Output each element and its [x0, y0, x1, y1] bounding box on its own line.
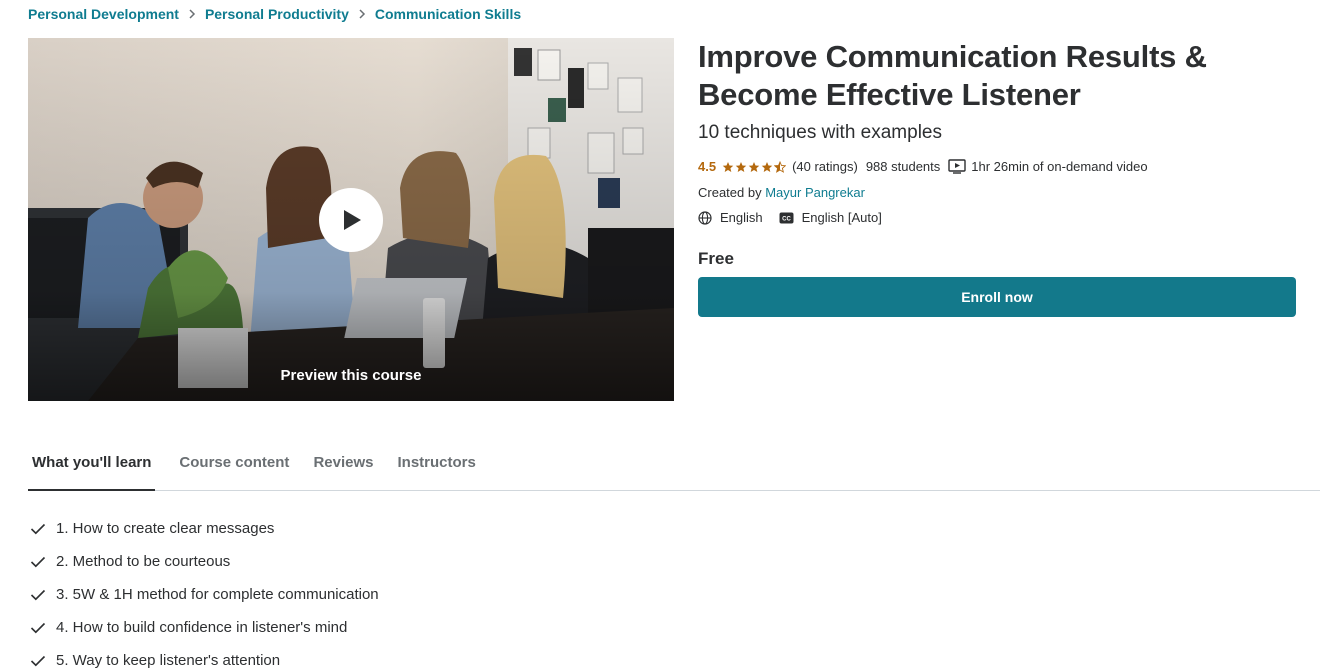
course-info: Improve Communication Results & Become E… [698, 38, 1298, 317]
created-by-label: Created by [698, 185, 762, 200]
check-icon [30, 556, 56, 568]
tab-bar: What you'll learn Course content Reviews… [28, 444, 1320, 491]
ratings-count[interactable]: (40 ratings) [792, 159, 858, 174]
list-item: 1. How to create clear messages [30, 512, 379, 545]
star-icon [748, 161, 760, 172]
course-preview[interactable]: Preview this course [28, 38, 674, 401]
objective-text: 2. Method to be courteous [56, 553, 231, 570]
course-stats: 4.5 (40 ratings) 988 students 1hr 26min … [698, 159, 1298, 174]
list-item: 2. Method to be courteous [30, 545, 379, 578]
tab-instructors[interactable]: Instructors [397, 444, 475, 491]
star-icon [722, 161, 734, 172]
check-icon [30, 589, 56, 601]
closed-captions-icon: CC [779, 212, 794, 224]
breadcrumb-link-communication-skills[interactable]: Communication Skills [375, 6, 521, 22]
check-icon [30, 523, 56, 535]
course-captions: English [Auto] [801, 210, 882, 225]
tab-reviews[interactable]: Reviews [313, 444, 373, 491]
star-icon [735, 161, 747, 172]
star-half-icon [774, 160, 787, 173]
breadcrumb-link-personal-productivity[interactable]: Personal Productivity [205, 6, 349, 22]
video-icon [948, 159, 966, 174]
check-icon [30, 655, 56, 667]
tab-course-content[interactable]: Course content [179, 444, 289, 491]
list-item: 4. How to build confidence in listener's… [30, 611, 379, 644]
enroll-button[interactable]: Enroll now [698, 277, 1296, 317]
objective-text: 3. 5W & 1H method for complete communica… [56, 586, 379, 603]
objective-text: 5. Way to keep listener's attention [56, 652, 281, 669]
globe-icon [698, 210, 712, 225]
objective-text: 1. How to create clear messages [56, 520, 275, 537]
course-language: English [720, 210, 763, 225]
course-price: Free [698, 249, 734, 268]
list-item: 5. Way to keep listener's attention [30, 644, 379, 671]
play-icon [344, 210, 361, 230]
language-row: English CC English [Auto] [698, 210, 1298, 225]
breadcrumb: Personal Development Personal Productivi… [28, 6, 521, 22]
objective-text: 4. How to build confidence in listener's… [56, 619, 348, 636]
rating-value: 4.5 [698, 159, 717, 174]
svg-text:CC: CC [782, 216, 791, 222]
instructor-link[interactable]: Mayur Pangrekar [765, 185, 865, 200]
preview-label[interactable]: Preview this course [28, 367, 674, 384]
rating-stars [722, 160, 787, 173]
course-subtitle: 10 techniques with examples [698, 122, 942, 143]
chevron-right-icon [358, 9, 366, 19]
course-title: Improve Communication Results & Become E… [698, 39, 1207, 112]
video-duration: 1hr 26min of on-demand video [971, 159, 1148, 174]
check-icon [30, 622, 56, 634]
created-by: Created by Mayur Pangrekar [698, 185, 1298, 200]
tab-what-youll-learn[interactable]: What you'll learn [28, 444, 156, 491]
play-button[interactable] [319, 188, 383, 252]
star-icon [761, 161, 773, 172]
chevron-right-icon [188, 9, 196, 19]
students-count: 988 students [865, 159, 941, 174]
learning-objectives: 1. How to create clear messages 2. Metho… [30, 512, 379, 671]
breadcrumb-link-personal-development[interactable]: Personal Development [28, 6, 179, 22]
list-item: 3. 5W & 1H method for complete communica… [30, 578, 379, 611]
